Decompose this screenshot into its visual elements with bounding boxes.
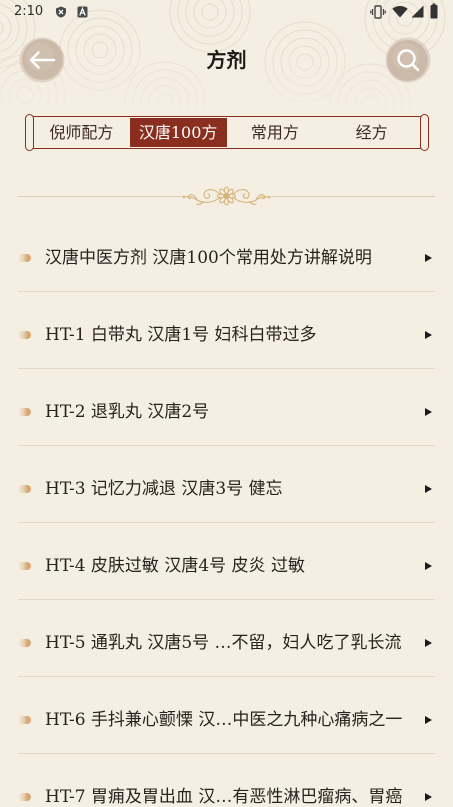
list-item[interactable]: HT-3 记忆力减退 汉唐3号 健忘: [18, 446, 435, 523]
dot-bullet-icon: [18, 716, 31, 724]
dot-bullet-icon: [18, 485, 31, 493]
vibrate-icon: [370, 5, 386, 19]
list-item[interactable]: HT-4 皮肤过敏 汉唐4号 皮炎 过敏: [18, 523, 435, 600]
dot-bullet-icon: [18, 331, 31, 339]
wifi-icon: [392, 5, 408, 18]
list-item-title: HT-6 手抖兼心颤慄 汉…中医之九种心痛病之一: [45, 710, 403, 730]
list-item-title: HT-2 退乳丸 汉唐2号: [45, 402, 210, 422]
triangle-right-icon: [425, 638, 432, 647]
search-button[interactable]: [385, 37, 431, 83]
divider-line-left: [18, 196, 182, 197]
dot-bullet-icon: [18, 408, 31, 416]
list-item-title: HT-4 皮肤过敏 汉唐4号 皮炎 过敏: [45, 556, 305, 576]
list-item-title: 汉唐中医方剂 汉唐100个常用处方讲解说明: [45, 248, 372, 268]
search-icon: [385, 37, 431, 83]
triangle-right-icon: [425, 561, 432, 570]
triangle-right-icon: [425, 715, 432, 724]
shield-icon: [56, 6, 66, 18]
divider-line-right: [271, 196, 435, 197]
tab-scroll-rod-right: [420, 114, 429, 151]
floral-ornament-icon: [182, 186, 271, 206]
list-item[interactable]: HT-6 手抖兼心颤慄 汉…中医之九种心痛病之一: [18, 677, 435, 754]
signal-icon: [411, 5, 424, 18]
list-item-title: HT-7 胃痈及胃出血 汉…有恶性淋巴瘤病、胃癌: [45, 787, 403, 807]
dot-bullet-icon: [18, 562, 31, 570]
triangle-right-icon: [425, 484, 432, 493]
battery-icon: [430, 3, 438, 19]
list-item[interactable]: HT-1 白带丸 汉唐1号 妇科白带过多: [18, 292, 435, 369]
formula-list: 汉唐中医方剂 汉唐100个常用处方讲解说明 HT-1 白带丸 汉唐1号 妇科白带…: [0, 215, 453, 807]
list-item-title: HT-1 白带丸 汉唐1号 妇科白带过多: [45, 325, 317, 345]
tab-scroll-rod-left: [25, 114, 34, 151]
list-item[interactable]: 汉唐中医方剂 汉唐100个常用处方讲解说明: [18, 215, 435, 292]
dot-bullet-icon: [18, 254, 31, 262]
list-item-title: HT-5 通乳丸 汉唐5号 …不留，妇人吃了乳长流: [45, 633, 402, 653]
tab-han-tang-100[interactable]: 汉唐100方: [129, 118, 227, 147]
list-item[interactable]: HT-5 通乳丸 汉唐5号 …不留，妇人吃了乳长流: [18, 600, 435, 677]
list-item-title: HT-3 记忆力减退 汉唐3号 健忘: [45, 479, 283, 499]
triangle-right-icon: [425, 792, 432, 801]
a-icon: [77, 6, 88, 18]
tab-classic-formulas[interactable]: 经方: [323, 118, 420, 147]
dot-bullet-icon: [18, 793, 31, 801]
triangle-right-icon: [425, 330, 432, 339]
dot-bullet-icon: [18, 639, 31, 647]
tab-common-formulas[interactable]: 常用方: [227, 118, 324, 147]
list-item[interactable]: HT-2 退乳丸 汉唐2号: [18, 369, 435, 446]
tab-ni-shi-formulas[interactable]: 倪师配方: [33, 118, 130, 147]
triangle-right-icon: [425, 407, 432, 416]
status-time: 2:10: [14, 4, 44, 19]
triangle-right-icon: [425, 253, 432, 262]
list-item[interactable]: HT-7 胃痈及胃出血 汉…有恶性淋巴瘤病、胃癌: [18, 754, 435, 807]
status-bar: 2:10: [0, 0, 453, 24]
category-tabs: 倪师配方 汉唐100方 常用方 经方: [33, 118, 420, 147]
